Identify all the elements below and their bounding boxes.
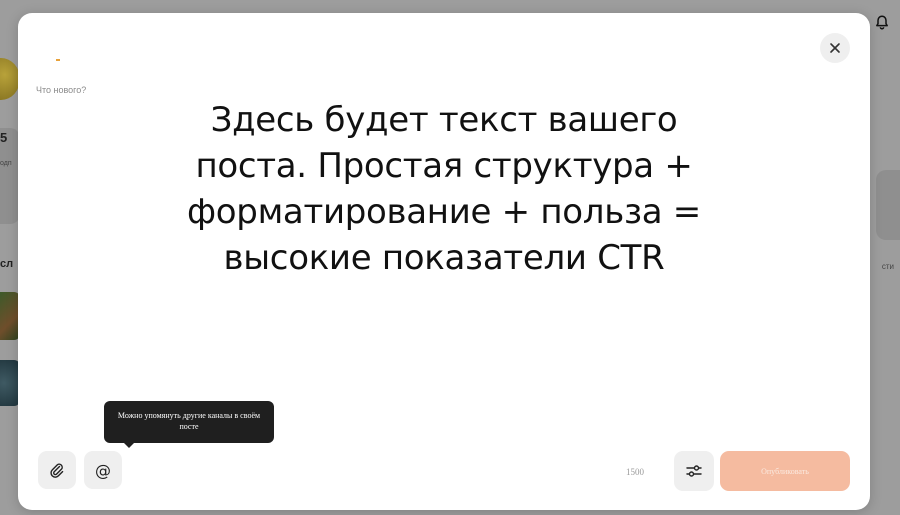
character-counter: 1500: [626, 467, 644, 477]
post-settings-button[interactable]: [674, 451, 714, 491]
mention-tooltip: Можно упомянуть другие каналы в своём по…: [104, 401, 274, 448]
background-stat-label: одп: [0, 160, 12, 167]
post-text-preview: Здесь будет текст вашего поста. Простая …: [187, 100, 701, 278]
attach-button[interactable]: [38, 451, 76, 489]
paperclip-icon: [50, 463, 64, 478]
background-right-text-fragment: сти: [881, 262, 894, 271]
close-button[interactable]: [820, 33, 850, 63]
close-icon: [830, 43, 840, 53]
create-post-modal: Здесь будет текст вашего поста. Простая …: [18, 13, 870, 510]
mention-tooltip-text: Можно упомянуть другие каналы в своём по…: [117, 411, 261, 431]
at-sign-icon: @: [95, 460, 111, 480]
accent-mark: [56, 59, 60, 61]
background-avatar: [0, 58, 20, 100]
sliders-icon: [686, 465, 702, 477]
background-heading-fragment: сл: [0, 258, 14, 270]
publish-button[interactable]: Опубликовать: [720, 451, 850, 491]
background-post-thumbnail: [0, 360, 20, 406]
bell-icon[interactable]: [874, 14, 890, 30]
background-post-thumbnail: [0, 292, 20, 340]
background-stat-number: 5: [0, 130, 8, 145]
mention-button[interactable]: @: [84, 451, 122, 489]
tooltip-arrow: [124, 443, 134, 448]
background-right-card: [876, 170, 900, 240]
